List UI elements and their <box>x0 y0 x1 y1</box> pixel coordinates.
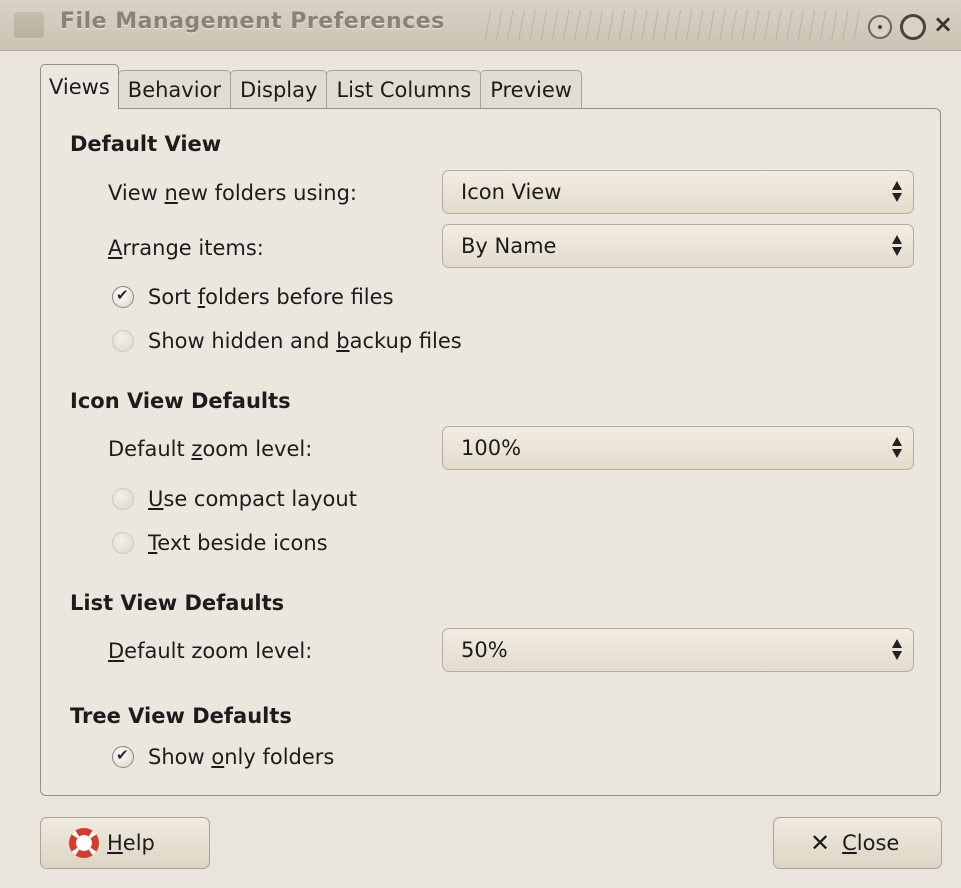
list-zoom-select[interactable]: 50% <box>442 628 914 672</box>
text-beside-icons-label: Text beside icons <box>148 531 328 555</box>
sort-folders-checkbox[interactable]: Sort folders before files <box>112 283 394 311</box>
list-zoom-label: Default zoom level: <box>108 639 313 663</box>
checkbox-unchecked-icon <box>112 488 134 510</box>
icon-zoom-label: Default zoom level: <box>108 437 313 461</box>
view-new-folders-select[interactable]: Icon View <box>442 170 914 214</box>
close-button-label: Close <box>842 831 900 855</box>
window-title: File Management Preferences <box>60 9 445 34</box>
tab-preview[interactable]: Preview <box>480 70 582 109</box>
close-button[interactable]: ✕ Close <box>773 817 942 869</box>
view-new-folders-value: Icon View <box>461 180 562 204</box>
tab-list-columns[interactable]: List Columns <box>326 70 482 109</box>
show-only-folders-label: Show only folders <box>148 745 335 769</box>
icon-zoom-value: 100% <box>461 436 522 460</box>
show-hidden-checkbox[interactable]: Show hidden and backup files <box>112 327 462 355</box>
help-button-label: Help <box>107 831 155 855</box>
show-hidden-label: Show hidden and backup files <box>148 329 462 353</box>
maximize-button[interactable] <box>900 14 926 40</box>
help-button[interactable]: Help <box>40 817 210 869</box>
default-view-heading: Default View <box>70 132 222 156</box>
tab-views[interactable]: Views <box>40 64 119 109</box>
arrange-items-label: Arrange items: <box>108 236 264 260</box>
title-bar-decoration <box>480 10 860 40</box>
view-new-folders-label: View new folders using: <box>108 181 357 205</box>
icon-view-defaults-heading: Icon View Defaults <box>70 389 291 413</box>
text-beside-icons-checkbox[interactable]: Text beside icons <box>112 529 328 557</box>
tab-bar: Views Behavior Display List Columns Prev… <box>40 64 582 109</box>
list-view-defaults-heading: List View Defaults <box>70 591 285 615</box>
tab-behavior[interactable]: Behavior <box>117 70 232 109</box>
select-arrows-icon <box>891 639 903 661</box>
select-arrows-icon <box>891 181 903 203</box>
title-bar[interactable]: File Management Preferences × <box>0 0 961 51</box>
arrange-items-value: By Name <box>461 234 557 258</box>
arrange-items-select[interactable]: By Name <box>442 224 914 268</box>
select-arrows-icon <box>891 235 903 257</box>
checkbox-unchecked-icon <box>112 330 134 352</box>
checkbox-checked-icon <box>112 286 134 308</box>
tree-view-defaults-heading: Tree View Defaults <box>70 704 292 728</box>
checkbox-unchecked-icon <box>112 532 134 554</box>
close-window-button[interactable]: × <box>933 12 953 36</box>
list-zoom-value: 50% <box>461 638 508 662</box>
icon-zoom-select[interactable]: 100% <box>442 426 914 470</box>
lifebuoy-icon <box>69 828 99 858</box>
checkbox-checked-icon <box>112 746 134 768</box>
close-icon: ✕ <box>810 829 831 857</box>
tab-display[interactable]: Display <box>230 70 328 109</box>
window-menu-icon[interactable] <box>14 12 44 38</box>
show-only-folders-checkbox[interactable]: Show only folders <box>112 743 334 771</box>
compact-layout-checkbox[interactable]: Use compact layout <box>112 485 357 513</box>
minimize-button[interactable] <box>868 15 892 39</box>
select-arrows-icon <box>891 437 903 459</box>
compact-layout-label: Use compact layout <box>148 487 357 511</box>
sort-folders-label: Sort folders before files <box>148 285 394 309</box>
